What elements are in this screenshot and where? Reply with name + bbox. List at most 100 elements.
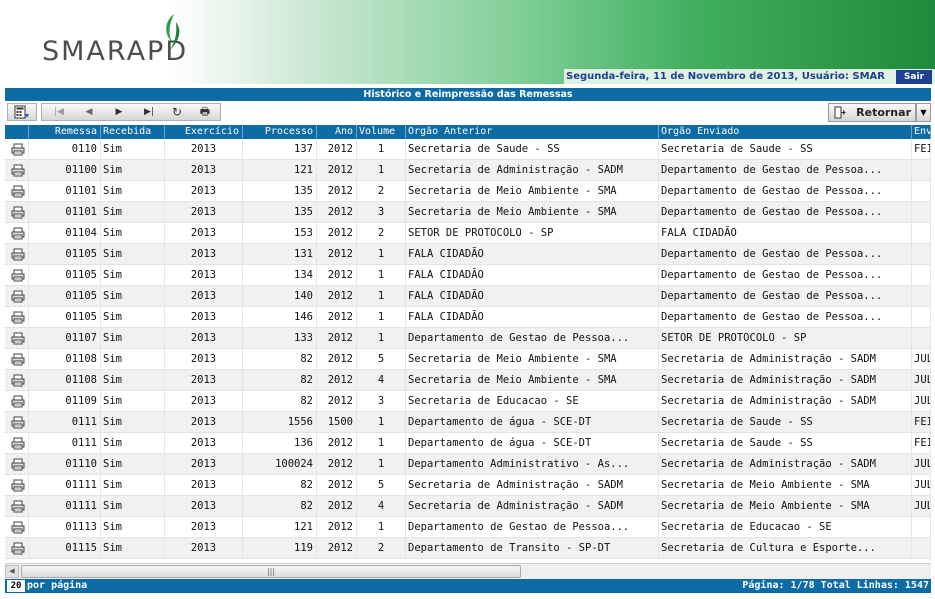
print-icon[interactable] <box>11 395 25 408</box>
orgao-enviado-cell: Secretaria de Saude - SS <box>659 412 912 433</box>
print-icon[interactable] <box>11 479 25 492</box>
table-row[interactable]: 01113 Sim 2013 121 2012 1 Departamento de Gest… <box>5 517 931 538</box>
header-env[interactable]: Env <box>912 125 931 139</box>
volume-cell: 3 <box>357 391 406 412</box>
print-icon[interactable] <box>11 185 25 198</box>
header-exercicio[interactable]: Exercício <box>165 125 243 139</box>
orgao-anterior-cell: Secretaria de Meio Ambiente - SMA <box>406 181 659 202</box>
refresh-button[interactable]: ↻ <box>166 105 188 119</box>
remessa-cell: 01113 <box>29 517 101 538</box>
orgao-enviado-cell: FALA CIDADÃO <box>659 223 912 244</box>
print-cell <box>5 454 29 475</box>
table-row[interactable]: 01111 Sim 2013 82 2012 4 Secretaria de Adminis… <box>5 496 931 517</box>
env-cell: JUL <box>912 391 931 412</box>
orgao-anterior-cell: Secretaria de Saude - SS <box>406 139 659 160</box>
print-icon[interactable] <box>11 248 25 261</box>
export-grid-button[interactable] <box>7 103 37 121</box>
print-icon[interactable] <box>11 521 25 534</box>
print-icon[interactable] <box>11 143 25 156</box>
processo-cell: 82 <box>243 475 317 496</box>
print-icon[interactable] <box>11 164 25 177</box>
table-row[interactable]: 0111 Sim 2013 1556 1500 1 Departamento de água… <box>5 412 931 433</box>
volume-cell: 5 <box>357 475 406 496</box>
header-orgao-enviado[interactable]: Orgão Enviado <box>659 125 912 139</box>
processo-cell: 153 <box>243 223 317 244</box>
table-row[interactable]: 01115 Sim 2013 119 2012 2 Departamento de Tran… <box>5 538 931 559</box>
first-page-button[interactable]: |◀ <box>48 105 70 119</box>
exercicio-cell: 2013 <box>165 286 243 307</box>
header-recebida[interactable]: Recebida <box>101 125 165 139</box>
print-icon[interactable] <box>11 290 25 303</box>
print-cell <box>5 517 29 538</box>
table-row[interactable]: 01105 Sim 2013 140 2012 1 FALA CIDADÃO Departam… <box>5 286 931 307</box>
orgao-anterior-cell: FALA CIDADÃO <box>406 244 659 265</box>
table-row[interactable]: 01104 Sim 2013 153 2012 2 SETOR DE PROTOCOLO -… <box>5 223 931 244</box>
orgao-enviado-cell: Departamento de Gestao de Pessoa... <box>659 244 912 265</box>
header-remessa[interactable]: Remessa <box>29 125 101 139</box>
print-icon[interactable] <box>11 227 25 240</box>
processo-cell: 121 <box>243 160 317 181</box>
header-processo[interactable]: Processo <box>243 125 317 139</box>
processo-cell: 82 <box>243 370 317 391</box>
table-row[interactable]: 01100 Sim 2013 121 2012 1 Secretaria de Admini… <box>5 160 931 181</box>
orgao-anterior-cell: Secretaria de Administração - SADM <box>406 160 659 181</box>
table-row[interactable]: 01101 Sim 2013 135 2012 3 Secretaria de Meio A… <box>5 202 931 223</box>
print-icon[interactable] <box>11 353 25 366</box>
table-row[interactable]: 01105 Sim 2013 146 2012 1 FALA CIDADÃO Departam… <box>5 307 931 328</box>
horizontal-scrollbar[interactable]: ◀ ||| <box>5 563 931 579</box>
return-dropdown-button[interactable]: ▼ <box>916 103 931 122</box>
exercicio-cell: 2013 <box>165 160 243 181</box>
print-icon[interactable] <box>11 458 25 471</box>
return-button[interactable]: Retornar <box>828 103 916 122</box>
previous-page-button[interactable]: ◀ <box>78 105 100 119</box>
header-volume[interactable]: Volume <box>357 125 406 139</box>
header-orgao-anterior[interactable]: Orgão Anterior <box>406 125 659 139</box>
table-row[interactable]: 01108 Sim 2013 82 2012 5 Secretaria de Meio Am… <box>5 349 931 370</box>
print-icon[interactable] <box>11 311 25 324</box>
env-cell: JUL <box>912 370 931 391</box>
print-icon[interactable] <box>11 374 25 387</box>
table-row[interactable]: 0111 Sim 2013 136 2012 1 Departamento de água … <box>5 433 931 454</box>
volume-cell: 2 <box>357 223 406 244</box>
print-icon[interactable] <box>11 206 25 219</box>
table-row[interactable]: 01109 Sim 2013 82 2012 3 Secretaria de Educaca… <box>5 391 931 412</box>
header-ano[interactable]: Ano <box>317 125 357 139</box>
print-icon[interactable] <box>11 332 25 345</box>
orgao-anterior-cell: Departamento de água - SCE-DT <box>406 433 659 454</box>
orgao-anterior-cell: SETOR DE PROTOCOLO - SP <box>406 223 659 244</box>
print-icon[interactable] <box>11 437 25 450</box>
logout-button[interactable]: Sair <box>896 70 932 84</box>
table-row[interactable]: 01108 Sim 2013 82 2012 4 Secretaria de Meio Am… <box>5 370 931 391</box>
processo-cell: 1556 <box>243 412 317 433</box>
remessa-cell: 01111 <box>29 496 101 517</box>
table-row[interactable]: 01110 Sim 2013 100024 2012 1 Departamento Admi… <box>5 454 931 475</box>
print-button[interactable]: 🖶 <box>194 105 216 119</box>
orgao-anterior-cell: Departamento de Transito - SP-DT <box>406 538 659 559</box>
print-icon[interactable] <box>11 500 25 513</box>
print-cell <box>5 286 29 307</box>
processo-cell: 82 <box>243 349 317 370</box>
last-page-button[interactable]: ▶| <box>138 105 160 119</box>
processo-cell: 100024 <box>243 454 317 475</box>
table-row[interactable]: 01107 Sim 2013 133 2012 1 Departamento de Gest… <box>5 328 931 349</box>
print-icon[interactable] <box>11 416 25 429</box>
recebida-cell: Sim <box>101 412 165 433</box>
per-page-input[interactable]: 20 <box>7 580 25 592</box>
scroll-left-arrow-icon[interactable]: ◀ <box>5 565 19 578</box>
orgao-anterior-cell: Secretaria de Meio Ambiente - SMA <box>406 349 659 370</box>
print-icon[interactable] <box>11 542 25 555</box>
next-page-button[interactable]: ▶ <box>108 105 130 119</box>
table-row[interactable]: 01105 Sim 2013 131 2012 1 FALA CIDADÃO Departam… <box>5 244 931 265</box>
table-row[interactable]: 01101 Sim 2013 135 2012 2 Secretaria de Meio A… <box>5 181 931 202</box>
print-icon[interactable] <box>11 269 25 282</box>
grid-footer: 20 por página Página: 1/78 Total Linhas:… <box>5 579 931 593</box>
table-row[interactable]: 01111 Sim 2013 82 2012 5 Secretaria de Adminis… <box>5 475 931 496</box>
orgao-anterior-cell: Secretaria de Meio Ambiente - SMA <box>406 202 659 223</box>
remessa-cell: 0110 <box>29 139 101 160</box>
scrollbar-thumb[interactable]: ||| <box>21 565 521 578</box>
table-row[interactable]: 01105 Sim 2013 134 2012 1 FALA CIDADÃO Departam… <box>5 265 931 286</box>
orgao-anterior-cell: Secretaria de Administração - SADM <box>406 496 659 517</box>
volume-cell: 2 <box>357 181 406 202</box>
app-header: SMARAPD Segunda-feira, 11 de Novembro de… <box>0 0 935 84</box>
table-row[interactable]: 0110 Sim 2013 137 2012 1 Secretaria de Saude -… <box>5 139 931 160</box>
